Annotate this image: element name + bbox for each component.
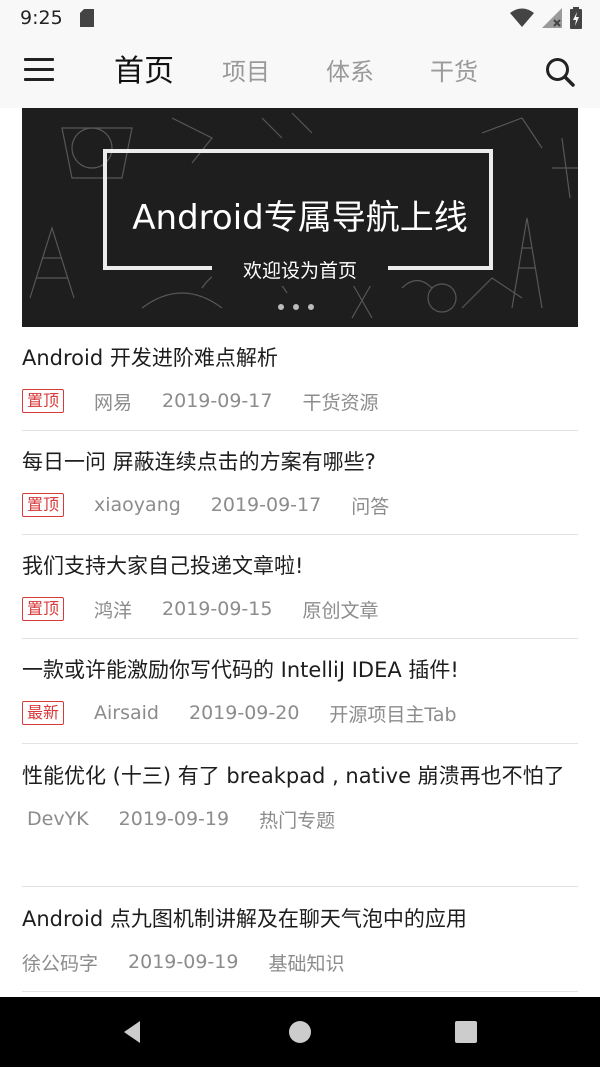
status-time: 9:25 bbox=[20, 7, 63, 29]
article-category: 基础知识 bbox=[268, 952, 345, 975]
new-tag: 最新 bbox=[22, 701, 65, 725]
wifi-icon bbox=[510, 8, 534, 27]
article-date: 2019-09-17 bbox=[162, 390, 273, 412]
article-meta: 置顶 鸿洋 2019-09-15 原创文章 bbox=[22, 594, 578, 624]
menu-icon[interactable] bbox=[24, 58, 54, 86]
article-category: 热门专题 bbox=[259, 809, 336, 832]
article-date: 2019-09-19 bbox=[118, 808, 230, 830]
banner-dot[interactable] bbox=[293, 304, 299, 310]
article-title: Android 开发进阶难点解析 bbox=[22, 346, 278, 370]
article-item[interactable]: Android 点九图机制讲解及在聊天气泡中的应用 徐公码字 2019-09-1… bbox=[22, 899, 578, 992]
article-item[interactable]: Android 开发进阶难点解析 置顶 网易 2019-09-17 干货资源 bbox=[22, 338, 578, 431]
article-category: 干货资源 bbox=[302, 391, 379, 414]
article-item[interactable]: 每日一问 屏蔽连续点击的方案有哪些? 置顶 xiaoyang 2019-09-1… bbox=[22, 442, 578, 535]
article-date: 2019-09-20 bbox=[189, 702, 300, 724]
article-author: 徐公码字 bbox=[22, 952, 99, 975]
pinned-tag: 置顶 bbox=[22, 493, 65, 517]
article-meta: 徐公码字 2019-09-19 基础知识 bbox=[22, 947, 578, 977]
tab-system[interactable]: 体系 bbox=[326, 36, 374, 108]
article-category: 问答 bbox=[351, 495, 390, 518]
pinned-tag: 置顶 bbox=[22, 389, 65, 413]
article-author: Airsaid bbox=[94, 702, 159, 724]
banner-subtitle: 欢迎设为首页 bbox=[212, 256, 388, 286]
status-icons bbox=[510, 7, 582, 29]
article-meta: 置顶 网易 2019-09-17 干货资源 bbox=[22, 386, 578, 416]
tab-projects[interactable]: 项目 bbox=[222, 36, 270, 108]
tab-home[interactable]: 首页 bbox=[114, 36, 174, 108]
recents-icon[interactable] bbox=[451, 1017, 481, 1047]
article-title: 性能优化 (十三) 有了 breakpad , native 崩溃再也不怕了 bbox=[22, 764, 565, 788]
signal-icon bbox=[542, 8, 562, 28]
home-icon[interactable] bbox=[285, 1017, 315, 1047]
article-author: xiaoyang bbox=[94, 494, 181, 516]
banner-dot[interactable] bbox=[278, 304, 284, 310]
article-category: 原创文章 bbox=[302, 599, 379, 622]
article-item[interactable]: 我们支持大家自己投递文章啦! 置顶 鸿洋 2019-09-15 原创文章 bbox=[22, 546, 578, 639]
article-item[interactable]: 性能优化 (十三) 有了 breakpad , native 崩溃再也不怕了 D… bbox=[22, 756, 578, 887]
article-meta: 最新 Airsaid 2019-09-20 开源项目主Tab bbox=[22, 698, 578, 728]
article-date: 2019-09-19 bbox=[128, 951, 239, 973]
article-meta: DevYK 2019-09-19 热门专题 bbox=[22, 804, 578, 834]
article-title: 每日一问 屏蔽连续点击的方案有哪些? bbox=[22, 450, 376, 474]
article-title: 我们支持大家自己投递文章啦! bbox=[22, 554, 304, 578]
search-icon[interactable] bbox=[544, 56, 576, 88]
article-category: 开源项目主Tab bbox=[329, 703, 457, 726]
article-title: 一款或许能激励你写代码的 IntelliJ IDEA 插件! bbox=[22, 658, 459, 682]
sd-card-icon bbox=[80, 9, 94, 27]
article-meta: 置顶 xiaoyang 2019-09-17 问答 bbox=[22, 490, 578, 520]
article-date: 2019-09-15 bbox=[162, 598, 273, 620]
article-date: 2019-09-17 bbox=[210, 494, 322, 516]
article-author: 鸿洋 bbox=[94, 599, 133, 622]
article-author: DevYK bbox=[27, 808, 89, 830]
status-bar: 9:25 bbox=[0, 0, 600, 36]
article-author: 网易 bbox=[94, 391, 133, 414]
banner-page-indicator bbox=[278, 304, 314, 310]
banner-carousel[interactable]: Android专属导航上线 欢迎设为首页 bbox=[22, 108, 578, 327]
app-bar: 首页 项目 体系 干货 bbox=[0, 36, 600, 108]
pinned-tag: 置顶 bbox=[22, 597, 65, 621]
tab-resources[interactable]: 干货 bbox=[430, 36, 478, 108]
banner-dot[interactable] bbox=[308, 304, 314, 310]
article-item[interactable]: 一款或许能激励你写代码的 IntelliJ IDEA 插件! 最新 Airsai… bbox=[22, 650, 578, 744]
banner-title: Android专属导航上线 bbox=[132, 198, 468, 238]
battery-icon bbox=[570, 7, 582, 29]
article-title: Android 点九图机制讲解及在聊天气泡中的应用 bbox=[22, 907, 467, 931]
back-icon[interactable] bbox=[118, 1017, 148, 1047]
navigation-bar bbox=[0, 997, 600, 1067]
